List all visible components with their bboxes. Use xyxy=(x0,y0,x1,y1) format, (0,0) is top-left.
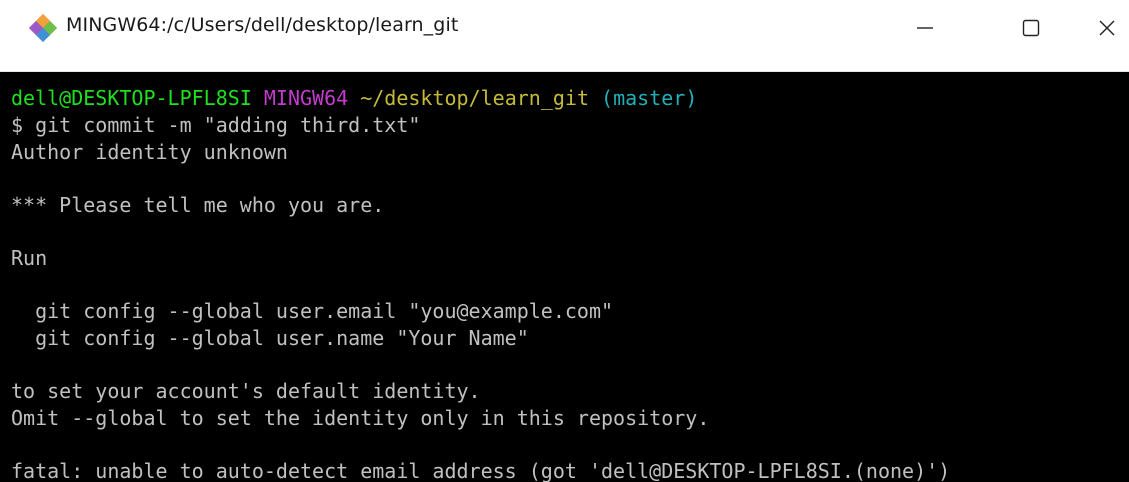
output-line: Run xyxy=(11,246,48,270)
close-button[interactable] xyxy=(1085,0,1129,56)
close-icon xyxy=(1099,20,1115,36)
output-line: Author identity unknown xyxy=(11,140,288,164)
output-line: to set your account's default identity. xyxy=(11,379,481,403)
terminal-window: MINGW64:/c/Users/dell/desktop/learn_git … xyxy=(0,0,1129,482)
output-line: git config --global user.name "Your Name… xyxy=(11,326,529,350)
git-bash-diamond-icon xyxy=(29,14,57,42)
command-line: $ git commit -m "adding third.txt" xyxy=(11,113,421,137)
output-line: *** Please tell me who you are. xyxy=(11,193,385,217)
prompt-user-host: dell@DESKTOP-LPFL8SI xyxy=(11,86,252,110)
terminal-output[interactable]: dell@DESKTOP-LPFL8SI MINGW64 ~/desktop/l… xyxy=(0,72,1129,482)
title-bar[interactable]: MINGW64:/c/Users/dell/desktop/learn_git xyxy=(0,0,1129,72)
output-line: Omit --global to set the identity only i… xyxy=(11,406,710,430)
maximize-icon xyxy=(1022,19,1040,37)
minimize-icon xyxy=(917,27,933,29)
output-line: fatal: unable to auto-detect email addre… xyxy=(11,459,951,482)
minimize-button[interactable] xyxy=(895,0,955,56)
prompt-line: dell@DESKTOP-LPFL8SI MINGW64 ~/desktop/l… xyxy=(11,85,1129,112)
prompt-branch: (master) xyxy=(601,86,698,110)
window-title: MINGW64:/c/Users/dell/desktop/learn_git xyxy=(66,14,459,36)
maximize-button[interactable] xyxy=(1001,0,1061,56)
prompt-path: ~/desktop/learn_git xyxy=(360,86,589,110)
prompt-system: MINGW64 xyxy=(263,86,349,110)
output-line: git config --global user.email "you@exam… xyxy=(11,299,614,323)
